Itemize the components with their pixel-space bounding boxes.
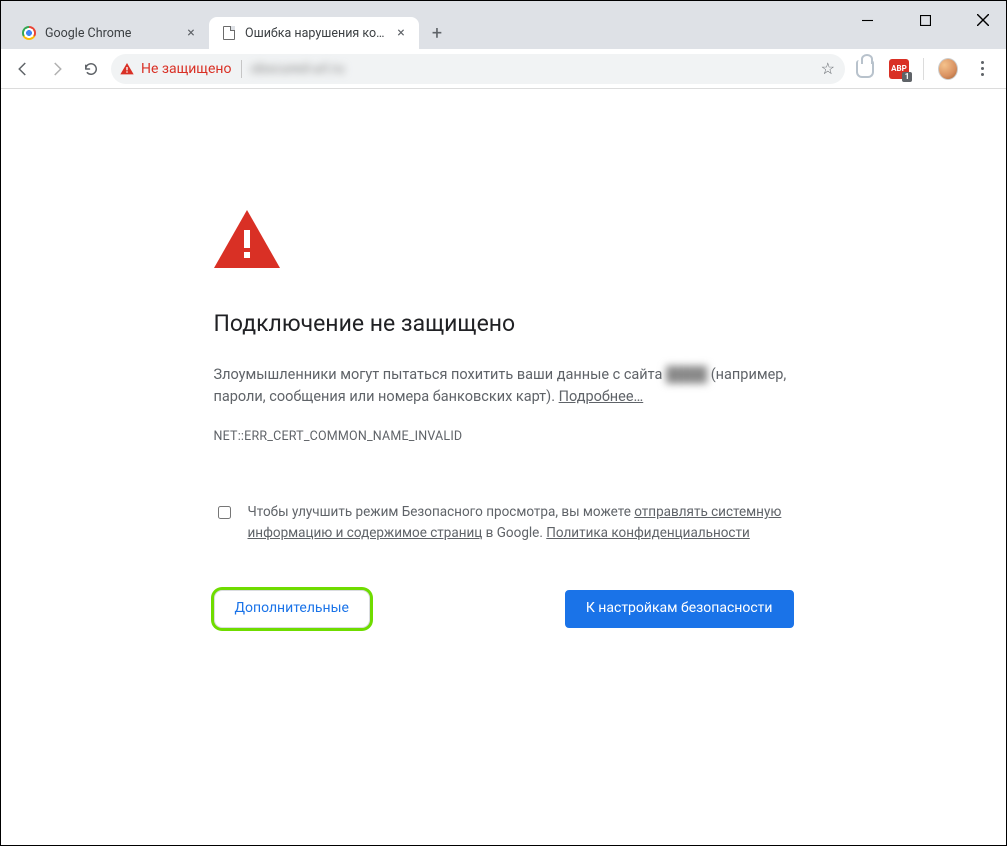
reload-button[interactable] bbox=[77, 55, 105, 83]
separator bbox=[923, 58, 924, 80]
optin-checkbox[interactable] bbox=[218, 504, 231, 521]
blurred-hostname: ████ bbox=[666, 366, 707, 383]
window-minimize-button[interactable] bbox=[852, 5, 882, 35]
learn-more-link[interactable]: Подробнее… bbox=[559, 388, 644, 405]
security-chip[interactable]: Не защищено bbox=[119, 60, 242, 78]
forward-button[interactable] bbox=[43, 55, 71, 83]
window-maximize-button[interactable] bbox=[910, 5, 940, 35]
error-code: NET::ERR_CERT_COMMON_NAME_INVALID bbox=[214, 427, 794, 446]
tab-privacy-error[interactable]: Ошибка нарушения конфиденц × bbox=[209, 17, 419, 49]
optin-text-mid: в Google. bbox=[482, 525, 546, 541]
security-label: Не защищено bbox=[141, 61, 231, 77]
warning-triangle-icon bbox=[214, 210, 794, 268]
tab-label: Google Chrome bbox=[45, 26, 175, 41]
abp-extension-icon[interactable]: ABP bbox=[889, 59, 909, 79]
optin-text-pre: Чтобы улучшить режим Безопасного просмот… bbox=[248, 504, 635, 520]
optin-link-privacy[interactable]: Политика конфиденциальности bbox=[546, 525, 750, 541]
tab-google-chrome[interactable]: Google Chrome × bbox=[9, 17, 209, 49]
safebrowsing-optin: Чтобы улучшить режим Безопасного просмот… bbox=[214, 502, 794, 544]
back-button[interactable] bbox=[9, 55, 37, 83]
toolbar: Не защищено obscured-url.ru ☆ ABP bbox=[1, 49, 1006, 89]
chrome-icon bbox=[21, 25, 37, 41]
profile-avatar[interactable] bbox=[938, 59, 958, 79]
chrome-menu-button[interactable] bbox=[972, 61, 992, 76]
new-tab-button[interactable]: + bbox=[423, 19, 451, 47]
interstitial-title: Подключение не защищено bbox=[214, 306, 794, 342]
page-icon bbox=[221, 25, 237, 41]
warning-triangle-icon bbox=[119, 61, 135, 77]
url-text: obscured-url.ru bbox=[250, 61, 812, 77]
window-close-button[interactable] bbox=[968, 5, 998, 35]
tab-close-icon[interactable]: × bbox=[183, 25, 199, 41]
address-bar[interactable]: Не защищено obscured-url.ru ☆ bbox=[111, 54, 845, 84]
window-controls bbox=[852, 5, 998, 35]
button-row: Дополнительные К настройкам безопасности bbox=[214, 590, 794, 628]
page-content: Подключение не защищено Злоумышленники м… bbox=[2, 90, 1005, 844]
safety-settings-button[interactable]: К настройкам безопасности bbox=[565, 590, 794, 628]
security-interstitial: Подключение не защищено Злоумышленники м… bbox=[214, 210, 794, 628]
advanced-button[interactable]: Дополнительные bbox=[214, 590, 370, 628]
body-text-pre: Злоумышленники могут пытаться похитить в… bbox=[214, 366, 667, 383]
tab-label: Ошибка нарушения конфиденц bbox=[245, 26, 385, 41]
interstitial-body: Злоумышленники могут пытаться похитить в… bbox=[214, 364, 794, 409]
tab-close-icon[interactable]: × bbox=[393, 25, 409, 41]
yandex-extension-icon[interactable] bbox=[855, 59, 875, 79]
extension-icons: ABP bbox=[851, 58, 998, 80]
optin-text: Чтобы улучшить режим Безопасного просмот… bbox=[248, 502, 794, 544]
bookmark-star-icon[interactable]: ☆ bbox=[821, 59, 835, 78]
